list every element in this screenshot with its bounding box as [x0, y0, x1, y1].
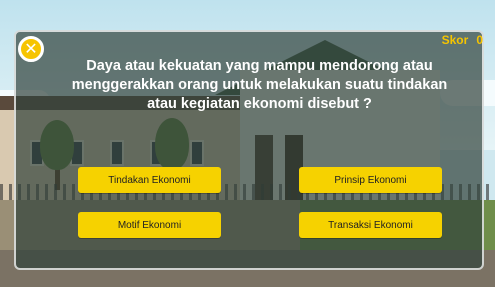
score-value: 0 [476, 33, 483, 47]
close-icon: ✕ [24, 39, 38, 58]
score-display: Skor 0 [442, 33, 483, 47]
answer-option-motif-ekonomi[interactable]: Motif Ekonomi [78, 212, 221, 238]
question-text: Daya atau kekuatan yang mampu mendorong … [71, 58, 448, 112]
answer-option-tindakan-ekonomi[interactable]: Tindakan Ekonomi [78, 167, 221, 193]
score-label: Skor [441, 33, 469, 47]
close-button[interactable]: ✕ [18, 36, 44, 62]
answer-option-transaksi-ekonomi[interactable]: Transaksi Ekonomi [299, 212, 442, 238]
answer-option-prinsip-ekonomi[interactable]: Prinsip Ekonomi [299, 167, 442, 193]
